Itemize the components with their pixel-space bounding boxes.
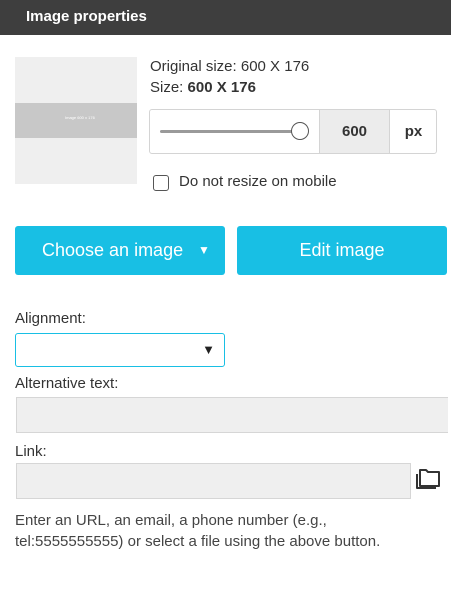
width-input[interactable]: 600 xyxy=(319,110,389,153)
alignment-label: Alignment: xyxy=(15,310,86,327)
choose-image-button[interactable]: Choose an image ▼ xyxy=(15,226,225,275)
image-preview: Image 600 x 176 xyxy=(15,57,137,184)
width-slider-track[interactable] xyxy=(160,130,300,133)
image-preview-text: Image 600 x 176 xyxy=(65,115,95,120)
current-size-prefix: Size: xyxy=(150,79,188,96)
link-label: Link: xyxy=(15,443,47,460)
edit-image-button[interactable]: Edit image xyxy=(237,226,447,275)
alt-text-label: Alternative text: xyxy=(15,375,119,392)
choose-image-label: Choose an image xyxy=(42,240,184,260)
link-help-text: Enter an URL, an email, a phone number (… xyxy=(15,512,381,550)
folder-icon[interactable] xyxy=(414,465,442,489)
alt-text-input[interactable] xyxy=(16,397,448,433)
current-size-label: Size: 600 X 176 xyxy=(150,79,256,96)
no-resize-mobile-label[interactable]: Do not resize on mobile xyxy=(179,173,337,190)
image-preview-content: Image 600 x 176 xyxy=(15,103,137,138)
width-slider-handle[interactable] xyxy=(291,122,309,140)
panel-title: Image properties xyxy=(26,8,147,25)
chevron-down-icon: ▼ xyxy=(198,243,210,257)
original-size-label: Original size: 600 X 176 xyxy=(150,58,310,75)
no-resize-mobile-checkbox[interactable] xyxy=(153,175,169,191)
panel-header: Image properties xyxy=(0,0,451,35)
width-unit-label: px xyxy=(389,110,437,153)
current-size-value: 600 X 176 xyxy=(187,79,256,96)
width-control: 600 px xyxy=(149,109,437,154)
link-input[interactable] xyxy=(16,463,411,499)
chevron-down-icon: ▼ xyxy=(202,342,215,357)
alignment-select[interactable]: ▼ xyxy=(15,333,225,367)
